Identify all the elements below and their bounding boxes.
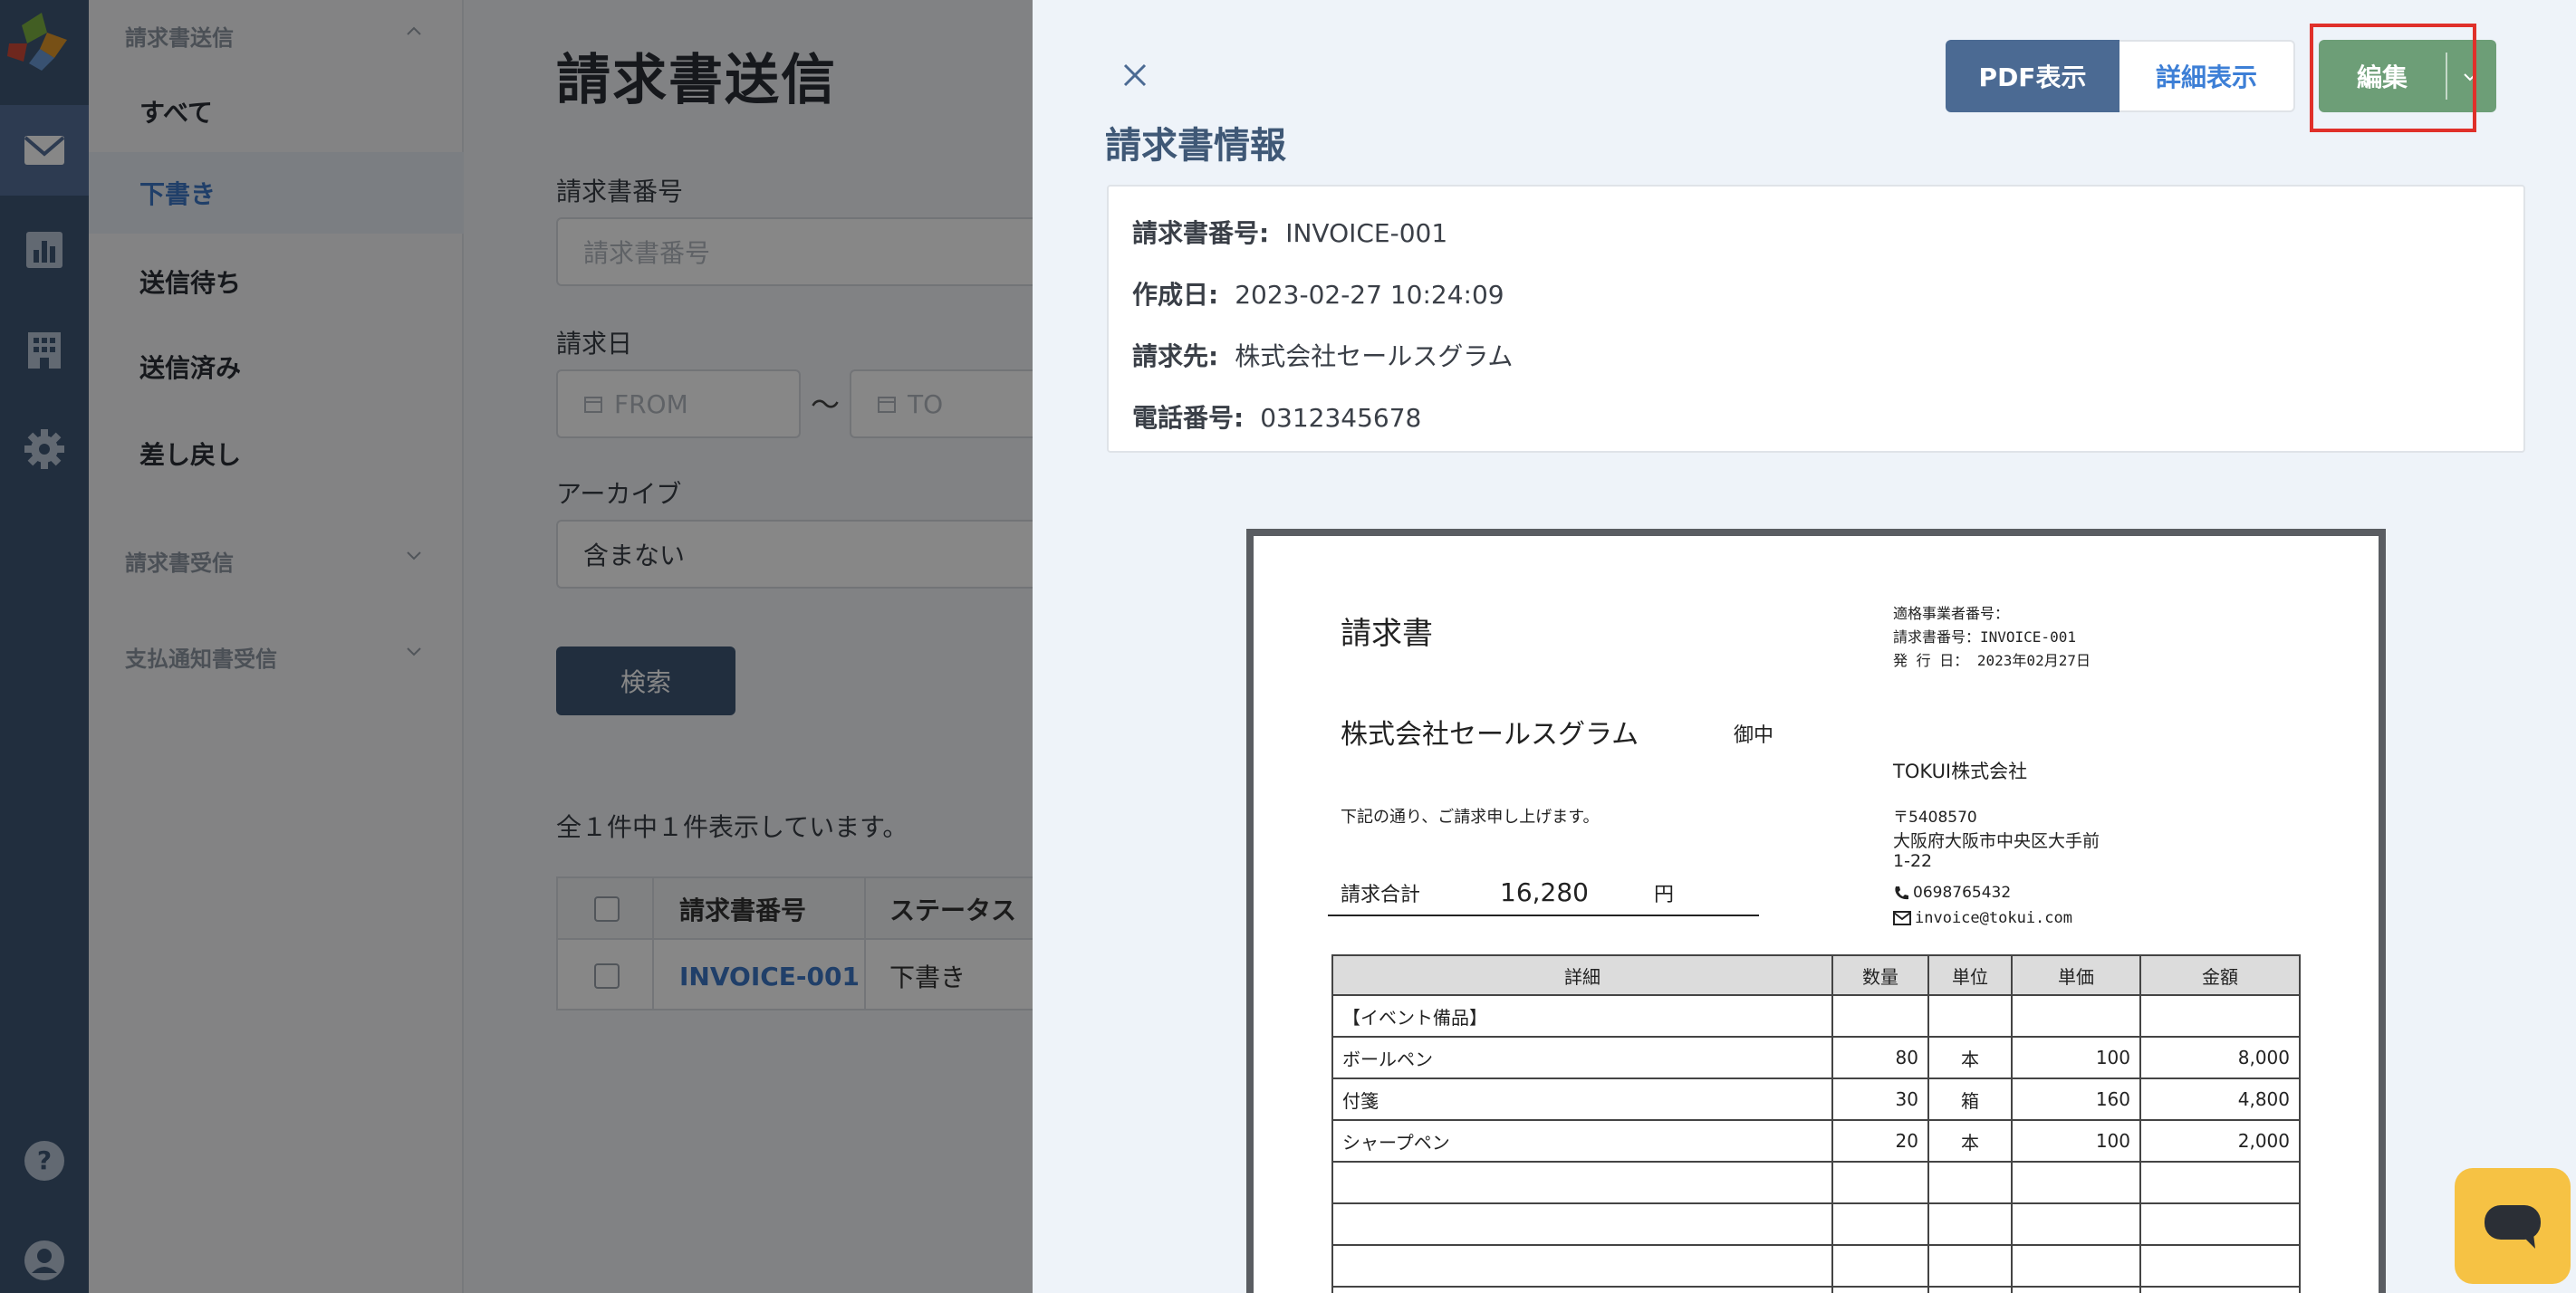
info-created: 作成日: 2023-02-27 10:24:09: [1132, 275, 1504, 311]
invoice-total: 請求合計 16,280 円: [1328, 876, 1759, 916]
col-detail: 詳細: [1331, 954, 1833, 996]
table-row: [1331, 1202, 2301, 1246]
seller-email-value: invoice@tokui.com: [1915, 909, 2072, 927]
invoice-client: 株式会社セールスグラム: [1341, 719, 1639, 751]
line-price: 160: [2011, 1078, 2141, 1121]
invoice-intro: 下記の通り、ご請求申し上げます。: [1341, 808, 1600, 827]
info-number-label: 請求書番号:: [1132, 218, 1270, 248]
edit-button-label[interactable]: 編集: [2319, 40, 2446, 112]
table-row: [1331, 1161, 2301, 1204]
col-amount: 金額: [2139, 954, 2301, 996]
chevron-down-icon[interactable]: [2462, 69, 2478, 85]
chat-button[interactable]: [2455, 1168, 2571, 1284]
total-label: 請求合計: [1341, 884, 1421, 906]
info-client-label: 請求先:: [1132, 341, 1219, 371]
col-qty: 数量: [1831, 954, 1929, 996]
table-row: シャープペン 20 本 100 2,000: [1331, 1119, 2301, 1163]
line-qty: 20: [1831, 1119, 1929, 1163]
seller-phone: 0698765432: [1893, 884, 2011, 902]
table-row: 付箋 30 箱 160 4,800: [1331, 1078, 2301, 1121]
line-amount: 8,000: [2139, 1036, 2301, 1079]
total-unit: 円: [1654, 884, 1675, 906]
line-name: ボールペン: [1331, 1036, 1833, 1079]
invoice-detail-drawer: 請求書情報 PDF表示 詳細表示 編集 請求書番号: INVOICE-001 作成…: [1033, 0, 2576, 1293]
seller-name: TOKUI株式会社: [1893, 761, 2028, 782]
info-created-label: 作成日:: [1132, 280, 1219, 310]
info-created-value: 2023-02-27 10:24:09: [1235, 280, 1504, 310]
edit-button[interactable]: 編集: [2319, 40, 2496, 112]
phone-icon: [1895, 886, 1908, 900]
table-row: 【イベント備品】: [1331, 994, 2301, 1038]
invoice-preview-frame: 請求書 適格事業者番号： 請求書番号：INVOICE-001 発 行 日： 20…: [1246, 529, 2386, 1293]
chat-icon: [2485, 1205, 2541, 1249]
info-client-value: 株式会社セールスグラム: [1235, 341, 1514, 371]
info-number-value: INVOICE-001: [1285, 218, 1448, 248]
line-qty: 30: [1831, 1078, 1929, 1121]
line-unit: 本: [1927, 1036, 2013, 1079]
col-unit: 単位: [1927, 954, 2013, 996]
detail-view-button[interactable]: 詳細表示: [2119, 40, 2295, 112]
section-label: 【イベント備品】: [1331, 994, 1833, 1038]
seller-email: invoice@tokui.com: [1893, 909, 2072, 927]
seller-address-2: 1-22: [1893, 851, 1933, 871]
invoice-meta-date: 発 行 日： 2023年02月27日: [1893, 652, 2091, 669]
envelope-icon: [1893, 911, 1911, 925]
line-name: シャープペン: [1331, 1119, 1833, 1163]
line-amount: 4,800: [2139, 1078, 2301, 1121]
line-name: 付箋: [1331, 1078, 1833, 1121]
table-row: [1331, 1244, 2301, 1288]
info-phone: 電話番号: 0312345678: [1132, 398, 1421, 435]
seller-address-1: 大阪府大阪市中央区大手前: [1893, 831, 2100, 851]
info-client: 請求先: 株式会社セールスグラム: [1132, 337, 1513, 373]
line-amount: 2,000: [2139, 1119, 2301, 1163]
info-phone-label: 電話番号:: [1132, 403, 1245, 433]
line-qty: 80: [1831, 1036, 1929, 1079]
line-price: 100: [2011, 1036, 2141, 1079]
seller-phone-value: 0698765432: [1913, 884, 2012, 902]
seller-zip: 〒5408570: [1893, 809, 1977, 827]
invoice-preview: 請求書 適格事業者番号： 請求書番号：INVOICE-001 発 行 日： 20…: [1254, 536, 2379, 1293]
invoice-meta-number: 請求書番号：INVOICE-001: [1893, 628, 2076, 646]
close-icon[interactable]: [1120, 60, 1150, 91]
line-unit: 本: [1927, 1119, 2013, 1163]
modal-overlay[interactable]: [0, 0, 1033, 1293]
info-invoice-number: 請求書番号: INVOICE-001: [1132, 214, 1447, 250]
table-row: ボールペン 80 本 100 8,000: [1331, 1036, 2301, 1079]
pdf-view-button[interactable]: PDF表示: [1946, 40, 2119, 112]
col-price: 単価: [2011, 954, 2141, 996]
invoice-line-table: 詳細 数量 単位 単価 金額 【イベント備品】 ボールペン 80 本 100 8…: [1331, 954, 2301, 1293]
invoice-reg-number: 適格事業者番号：: [1893, 605, 2010, 622]
line-unit: 箱: [1927, 1078, 2013, 1121]
total-value: 16,280: [1500, 877, 1589, 907]
invoice-honorific: 御中: [1734, 724, 1774, 747]
invoice-title: 請求書: [1341, 616, 1433, 652]
table-row: [1331, 1286, 2301, 1293]
edit-button-divider: [2446, 53, 2447, 100]
panel-title: 請求書情報: [1105, 125, 1286, 167]
line-price: 100: [2011, 1119, 2141, 1163]
info-phone-value: 0312345678: [1260, 403, 1422, 433]
info-card: 請求書番号: INVOICE-001 作成日: 2023-02-27 10:24:0…: [1107, 185, 2525, 453]
